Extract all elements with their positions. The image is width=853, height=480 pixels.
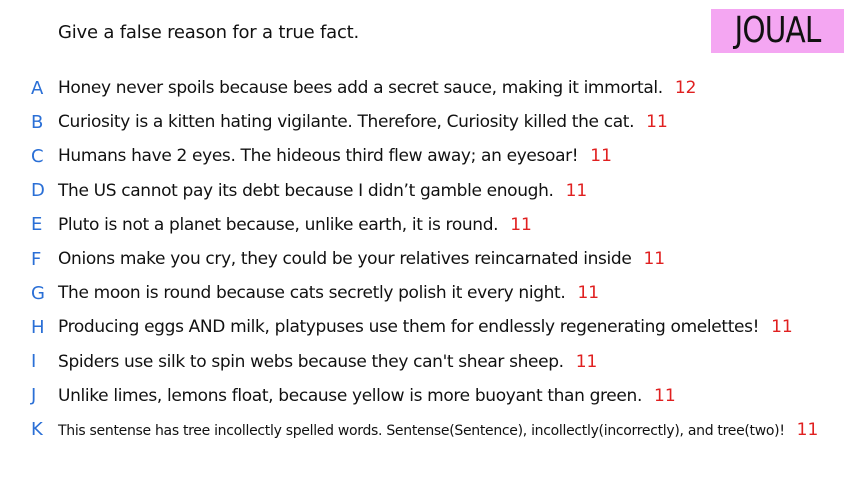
answer-text: The US cannot pay its debt because I did… [58, 180, 554, 201]
answer-text-wrap: Unlike limes, lemons float, because yell… [58, 386, 676, 406]
answer-text: Curiosity is a kitten hating vigilante. … [58, 112, 635, 133]
answer-score: 11 [643, 249, 666, 270]
answer-letter: I [31, 351, 37, 373]
answer-row-e[interactable]: E Pluto is not a planet because, unlike … [0, 208, 853, 242]
answer-text-wrap: Pluto is not a planet because, unlike ea… [58, 215, 532, 235]
answer-row-d[interactable]: D The US cannot pay its debt because I d… [0, 174, 853, 208]
answer-letter: B [31, 111, 44, 133]
answer-text: Honey never spoils because bees add a se… [58, 78, 663, 99]
answer-score: 11 [771, 317, 793, 338]
answer-row-g[interactable]: G The moon is round because cats secretl… [0, 276, 853, 310]
answer-text: Unlike limes, lemons float, because yell… [58, 385, 643, 406]
answer-letter: F [31, 248, 42, 270]
answer-row-k[interactable]: K This sentense has tree incollectly spe… [0, 413, 853, 447]
answer-list: A Honey never spoils because bees add a … [0, 71, 853, 447]
answer-text-wrap: This sentense has tree incollectly spell… [58, 420, 818, 440]
answer-text-wrap: Spiders use silk to spin webs because th… [58, 352, 597, 372]
answer-row-c[interactable]: C Humans have 2 eyes. The hideous third … [0, 139, 853, 173]
answer-score: 12 [674, 78, 697, 99]
answer-score: 11 [796, 419, 819, 440]
answer-text-wrap: Humans have 2 eyes. The hideous third fl… [58, 146, 612, 166]
answer-row-i[interactable]: I Spiders use silk to spin webs because … [0, 345, 853, 379]
answer-text: This sentense has tree incollectly spell… [58, 422, 785, 439]
brand-label: JOUAL [734, 10, 821, 51]
answer-letter: C [31, 145, 44, 167]
answer-text-wrap: The US cannot pay its debt because I did… [58, 181, 587, 201]
answer-row-a[interactable]: A Honey never spoils because bees add a … [0, 71, 853, 105]
answer-letter: D [31, 180, 45, 202]
answer-text-wrap: The moon is round because cats secretly … [58, 283, 599, 303]
answer-row-b[interactable]: B Curiosity is a kitten hating vigilante… [0, 105, 853, 139]
answer-letter: J [31, 385, 37, 407]
answer-text-wrap: Producing eggs AND milk, platypuses use … [58, 317, 793, 337]
answer-text-wrap: Honey never spoils because bees add a se… [58, 78, 697, 98]
answer-letter: K [31, 419, 43, 441]
answer-row-j[interactable]: J Unlike limes, lemons float, because ye… [0, 379, 853, 413]
answer-letter: E [31, 214, 43, 236]
answer-score: 11 [654, 385, 676, 406]
answer-score: 11 [510, 214, 532, 235]
answer-score: 11 [577, 283, 600, 304]
answer-row-f[interactable]: F Onions make you cry, they could be you… [0, 242, 853, 276]
answer-row-h[interactable]: H Producing eggs AND milk, platypuses us… [0, 310, 853, 344]
answer-text: Spiders use silk to spin webs because th… [58, 351, 564, 372]
answer-text-wrap: Curiosity is a kitten hating vigilante. … [58, 112, 668, 132]
answer-text-wrap: Onions make you cry, they could be your … [58, 249, 665, 269]
prompt-text: Give a false reason for a true fact. [58, 22, 360, 43]
answer-letter: A [31, 77, 44, 99]
answer-letter: G [31, 282, 45, 304]
answer-text: Producing eggs AND milk, platypuses use … [58, 317, 760, 338]
answer-score: 11 [590, 146, 612, 167]
answer-score: 11 [646, 112, 668, 133]
answer-score: 11 [575, 351, 598, 372]
answer-text: Pluto is not a planet because, unlike ea… [58, 214, 499, 235]
answer-text: Humans have 2 eyes. The hideous third fl… [58, 146, 579, 167]
answer-text: Onions make you cry, they could be your … [58, 249, 632, 270]
answer-letter: H [31, 316, 45, 338]
answer-score: 11 [565, 180, 588, 201]
answer-text: The moon is round because cats secretly … [58, 283, 566, 304]
brand-logo: JOUAL [711, 9, 844, 53]
